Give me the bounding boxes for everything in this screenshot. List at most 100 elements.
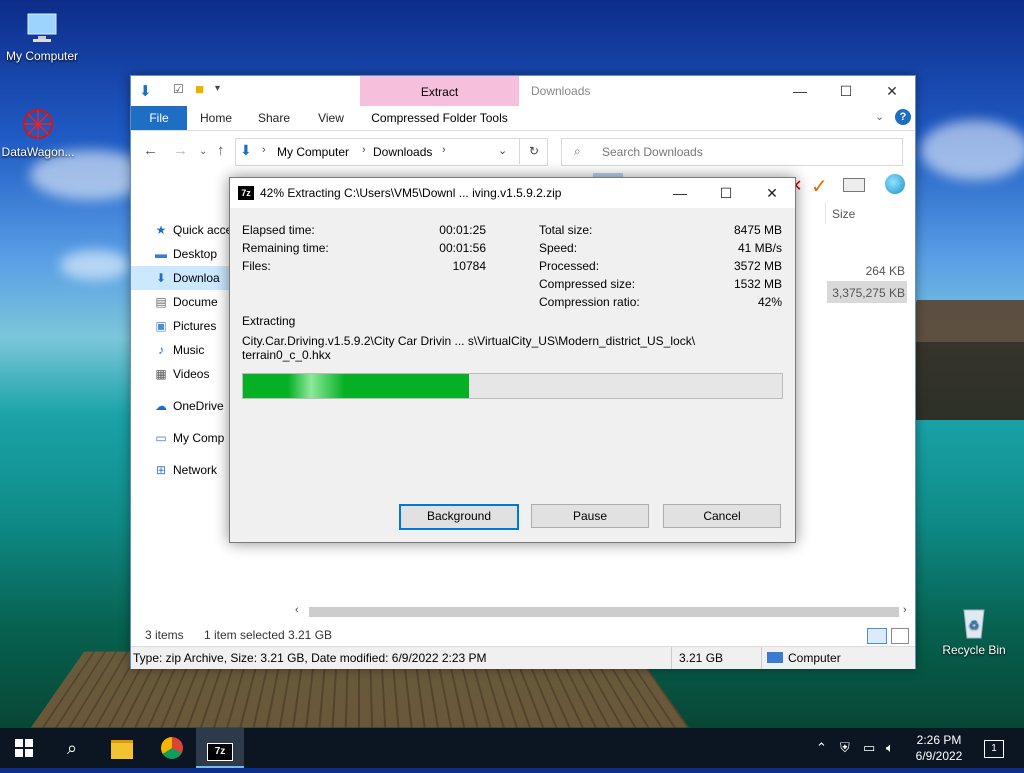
scroll-left-icon[interactable]: ‹ <box>295 604 299 616</box>
volume-icon[interactable]: 🔈︎ <box>886 740 894 756</box>
details-text: Type: zip Archive, Size: 3.21 GB, Date m… <box>133 651 487 665</box>
pause-button[interactable]: Pause <box>531 504 649 528</box>
status-bar: 3 items 1 item selected 3.21 GB <box>131 624 915 646</box>
taskbar-7zip[interactable]: 7z <box>196 728 244 768</box>
column-header-size[interactable]: Size <box>832 207 855 221</box>
file-row-size[interactable]: 3,375,275 KB <box>827 286 905 300</box>
nav-label: Quick acce <box>173 223 233 237</box>
nav-item-onedrive[interactable]: ☁ OneDrive <box>153 395 224 417</box>
tab-home[interactable]: Home <box>191 106 241 130</box>
customize-qat-icon[interactable]: ▾ <box>215 83 220 94</box>
tab-file[interactable]: File <box>131 106 187 130</box>
breadcrumb-separator-icon: › <box>362 144 366 156</box>
water-hut <box>905 300 1024 420</box>
network-tray-icon[interactable]: ▭ <box>863 740 875 756</box>
horizontal-scrollbar[interactable]: ‹ › <box>295 604 915 619</box>
background-button[interactable]: Background <box>399 504 519 530</box>
speed-value: 41 MB/s <box>737 241 782 255</box>
ribbon-expand-icon[interactable]: ⌄ <box>875 110 884 123</box>
desktop-icon-datawagon[interactable]: DataWagon... <box>0 106 80 159</box>
download-folder-icon: ⬇ <box>240 142 252 158</box>
globe-icon[interactable] <box>885 174 905 194</box>
show-hidden-icons-icon[interactable]: ⌃ <box>816 740 827 756</box>
extract-progress-dialog: 7z 42% Extracting C:\Users\VM5\Downl ...… <box>229 177 796 543</box>
desktop-icon-my-computer[interactable]: My Computer <box>0 10 84 63</box>
checkmark-icon[interactable]: ✓ <box>811 174 828 199</box>
network-icon: ⊞ <box>155 463 167 477</box>
desktop-icon-label: DataWagon... <box>1 145 75 159</box>
forward-button[interactable]: → <box>173 142 188 159</box>
nav-item-my-computer[interactable]: ▭ My Comp <box>153 427 224 449</box>
large-icons-view-icon[interactable] <box>891 628 909 644</box>
recent-locations-icon[interactable]: ⌄ <box>199 146 207 157</box>
context-tab-label: Extract <box>420 85 459 99</box>
start-button[interactable] <box>0 728 48 768</box>
breadcrumb-downloads[interactable]: Downloads <box>373 145 432 159</box>
file-row-size[interactable]: 264 KB <box>827 264 905 278</box>
search-button[interactable]: ⌕ <box>48 728 96 768</box>
tab-view[interactable]: View <box>306 106 356 130</box>
compressed-size-label: Compressed size: <box>539 277 636 291</box>
taskbar-chrome[interactable] <box>148 728 196 768</box>
help-icon[interactable]: ? <box>895 109 911 125</box>
breadcrumb-separator-icon: › <box>442 144 446 156</box>
nav-label: Videos <box>173 367 210 381</box>
nav-item-downloads[interactable]: ⬇ Downloa <box>153 267 220 289</box>
minimize-button[interactable]: — <box>777 78 823 104</box>
scrollbar-thumb[interactable] <box>309 607 899 617</box>
taskbar-file-explorer[interactable] <box>98 728 146 768</box>
nav-label: Desktop <box>173 247 218 261</box>
properties-icon[interactable]: ☑ <box>173 82 184 96</box>
refresh-button[interactable]: ↻ <box>519 138 548 164</box>
taskbar: ⌕ 7z ⌃ ⛨ ▭ 🔈︎ 2:26 PM 6/9/2022 1 <box>0 728 1024 768</box>
system-clock[interactable]: 2:26 PM 6/9/2022 <box>904 732 974 764</box>
nav-item-desktop[interactable]: ▬ Desktop <box>153 243 217 265</box>
desktop-icon-recycle-bin[interactable]: ♻ Recycle Bin <box>932 604 1016 657</box>
address-dropdown-icon[interactable]: ⌄ <box>498 144 507 157</box>
security-icon[interactable]: ⛨ <box>840 740 850 756</box>
cancel-button[interactable]: Cancel <box>663 504 781 528</box>
close-button[interactable]: ✕ <box>869 78 915 104</box>
total-size-label: Total size: <box>539 223 593 237</box>
dialog-close-button[interactable]: ✕ <box>749 180 795 206</box>
dialog-title: 42% Extracting C:\Users\VM5\Downl ... iv… <box>260 186 562 200</box>
address-bar-row: ← → ⌄ ↑ ⬇ › My Computer › Downloads › ⌄ … <box>131 134 915 168</box>
files-label: Files: <box>242 259 271 273</box>
nav-item-quick-access[interactable]: ★ Quick acce <box>153 219 233 241</box>
context-tab-extract[interactable]: Extract <box>360 76 519 106</box>
breadcrumb-separator-icon: › <box>262 144 266 156</box>
current-file-path: City.Car.Driving.v1.5.9.2\City Car Drivi… <box>242 334 696 348</box>
search-input[interactable]: ⌕ Search Downloads <box>561 138 903 166</box>
dialog-maximize-button[interactable]: ☐ <box>703 180 749 206</box>
nav-item-music[interactable]: ♪ Music <box>153 339 204 361</box>
clock-time: 2:26 PM <box>916 733 962 747</box>
details-separator <box>761 647 762 669</box>
maximize-button[interactable]: ☐ <box>823 78 869 104</box>
tab-share[interactable]: Share <box>249 106 299 130</box>
scroll-right-icon[interactable]: › <box>903 604 907 616</box>
breadcrumb-my-computer[interactable]: My Computer <box>277 145 349 159</box>
nav-label: Pictures <box>173 319 217 333</box>
search-icon: ⌕ <box>574 144 581 158</box>
up-button[interactable]: ↑ <box>217 142 225 159</box>
address-field[interactable]: ⬇ › My Computer › Downloads › ⌄ <box>235 138 548 166</box>
new-folder-icon[interactable]: ■ <box>195 81 204 98</box>
notification-center-icon[interactable]: 1 <box>984 740 1004 758</box>
nav-item-videos[interactable]: ▦ Videos <box>153 363 209 385</box>
dialog-titlebar[interactable]: 7z 42% Extracting C:\Users\VM5\Downl ...… <box>230 178 795 208</box>
nav-item-pictures[interactable]: ▣ Pictures <box>153 315 216 337</box>
dialog-minimize-button[interactable]: — <box>657 180 703 206</box>
music-icon: ♪ <box>158 343 164 357</box>
info-icon[interactable] <box>843 178 865 192</box>
speed-label: Speed: <box>539 241 578 255</box>
recycle-bin-icon: ♻ <box>956 604 992 640</box>
desktop-icon: ▬ <box>155 247 167 261</box>
chrome-icon <box>161 737 183 759</box>
details-view-icon[interactable] <box>867 628 887 644</box>
7zip-icon: 7z <box>207 743 233 761</box>
back-button[interactable]: ← <box>143 142 158 159</box>
download-arrow-icon[interactable]: ⬇ <box>139 82 152 100</box>
nav-item-network[interactable]: ⊞ Network <box>153 459 217 481</box>
nav-item-documents[interactable]: ▤ Docume <box>153 291 217 313</box>
processed-label: Processed: <box>539 259 600 273</box>
